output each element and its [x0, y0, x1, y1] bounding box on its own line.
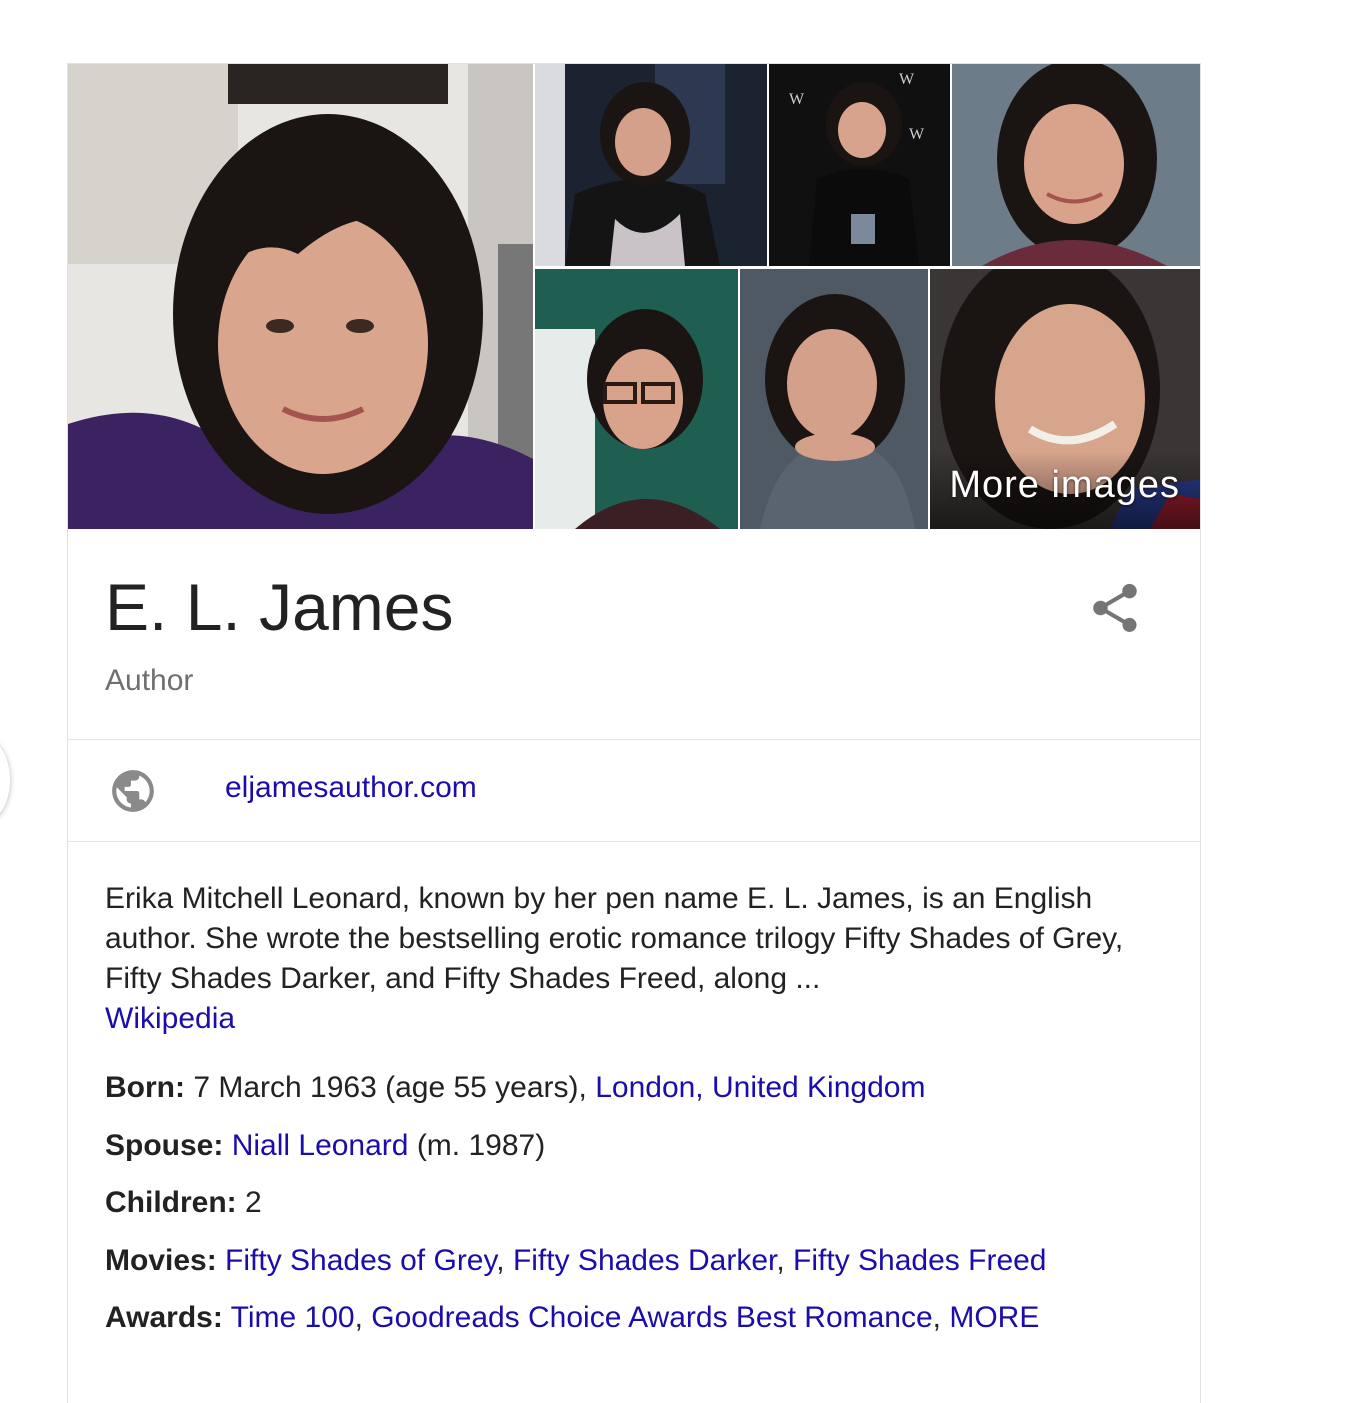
fact-label: Movies:	[105, 1243, 217, 1277]
gallery-photo-4[interactable]	[952, 64, 1200, 266]
award-link[interactable]: Goodreads Choice Awards Best Romance	[371, 1301, 932, 1334]
fact-movies: Movies: Fifty Shades of Grey, Fifty Shad…	[105, 1232, 1164, 1290]
fact-label: Awards:	[105, 1301, 223, 1334]
image-gallery: W W W More images	[68, 64, 1200, 529]
gallery-photo-5[interactable]	[535, 269, 738, 529]
separator: ,	[932, 1301, 950, 1334]
website-link[interactable]: eljamesauthor.com	[225, 771, 477, 805]
fact-awards: Awards: Time 100, Goodreads Choice Award…	[105, 1289, 1164, 1347]
gallery-photo-2[interactable]	[535, 64, 767, 266]
fact-label: Spouse:	[105, 1128, 224, 1162]
fact-value: 7 March 1963 (age 55 years),	[184, 1071, 596, 1104]
svg-text:W: W	[899, 71, 915, 88]
gallery-photo-3[interactable]: W W W	[769, 64, 950, 266]
birthplace-link[interactable]: London, United Kingdom	[595, 1071, 925, 1104]
separator: ,	[776, 1243, 794, 1277]
knowledge-panel: W W W More images E. L. James Author elj…	[67, 63, 1201, 1403]
description-text: Erika Mitchell Leonard, known by her pen…	[105, 882, 1124, 995]
website-row: eljamesauthor.com	[68, 740, 1200, 842]
fact-label: Children:	[105, 1186, 237, 1219]
more-awards-link[interactable]: MORE	[949, 1301, 1039, 1334]
award-link[interactable]: Time 100	[231, 1301, 355, 1334]
separator: ,	[354, 1301, 372, 1334]
separator: ,	[496, 1243, 513, 1277]
main-photo[interactable]	[68, 64, 533, 529]
fact-value: 2	[236, 1186, 262, 1219]
fact-value: (m. 1987)	[408, 1128, 546, 1162]
side-scroll-button[interactable]	[0, 738, 10, 822]
movie-link[interactable]: Fifty Shades Freed	[793, 1244, 1046, 1277]
spouse-link[interactable]: Niall Leonard	[232, 1129, 409, 1162]
description: Erika Mitchell Leonard, known by her pen…	[68, 842, 1200, 1039]
entity-type: Author	[105, 664, 194, 697]
title-section: E. L. James Author	[68, 529, 1200, 740]
fact-label: Born:	[105, 1071, 185, 1104]
movie-link[interactable]: Fifty Shades Darker	[513, 1244, 776, 1277]
gallery-photo-7[interactable]: More images	[930, 269, 1200, 529]
wikipedia-link[interactable]: Wikipedia	[105, 1002, 235, 1035]
gallery-photo-6[interactable]	[740, 269, 928, 529]
fact-children: Children: 2	[105, 1174, 1164, 1232]
globe-icon	[112, 770, 154, 812]
svg-text:W: W	[789, 91, 805, 108]
share-icon	[1093, 583, 1137, 632]
more-images-link[interactable]: More images	[949, 464, 1180, 507]
entity-name: E. L. James	[105, 570, 454, 644]
fact-born: Born: 7 March 1963 (age 55 years), Londo…	[105, 1059, 1164, 1117]
movie-link[interactable]: Fifty Shades of Grey	[225, 1244, 496, 1277]
svg-text:W: W	[909, 126, 925, 143]
fact-spouse: Spouse: Niall Leonard (m. 1987)	[105, 1117, 1164, 1175]
facts-list: Born: 7 March 1963 (age 55 years), Londo…	[68, 1039, 1200, 1347]
share-button[interactable]	[1086, 578, 1144, 638]
